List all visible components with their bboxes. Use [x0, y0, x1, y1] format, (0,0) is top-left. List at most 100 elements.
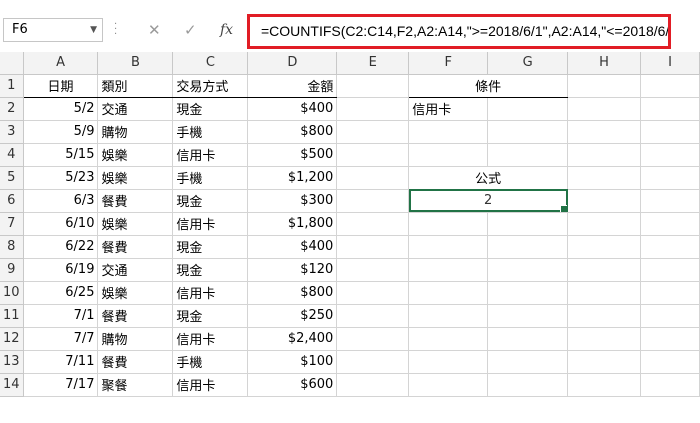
date-cell[interactable]: 6/25: [23, 281, 99, 305]
cell[interactable]: [487, 258, 569, 282]
date-cell[interactable]: 7/7: [23, 327, 99, 351]
date-cell[interactable]: 5/2: [23, 97, 99, 121]
header-category[interactable]: 類別: [97, 74, 174, 98]
formula-title[interactable]: 公式: [408, 166, 569, 190]
cell[interactable]: [567, 327, 641, 351]
amount-cell[interactable]: $800: [247, 120, 338, 144]
category-cell[interactable]: 娛樂: [97, 166, 174, 190]
cell[interactable]: [640, 97, 700, 121]
cell[interactable]: [640, 120, 700, 144]
category-cell[interactable]: 購物: [97, 120, 174, 144]
category-cell[interactable]: 聚餐: [97, 373, 174, 397]
col-header-i[interactable]: I: [640, 52, 700, 75]
row-header[interactable]: 9: [0, 258, 24, 282]
category-cell[interactable]: 餐費: [97, 235, 174, 259]
date-cell[interactable]: 6/10: [23, 212, 99, 236]
cell[interactable]: [487, 350, 569, 374]
method-cell[interactable]: 手機: [172, 350, 249, 374]
method-cell[interactable]: 信用卡: [172, 327, 249, 351]
cell[interactable]: [640, 235, 700, 259]
cell[interactable]: [567, 373, 641, 397]
cell[interactable]: [336, 97, 410, 121]
cell[interactable]: [336, 189, 410, 213]
col-header-d[interactable]: D: [247, 52, 338, 75]
amount-cell[interactable]: $300: [247, 189, 338, 213]
method-cell[interactable]: 手機: [172, 166, 249, 190]
cell[interactable]: [487, 281, 569, 305]
method-cell[interactable]: 現金: [172, 258, 249, 282]
date-cell[interactable]: 5/23: [23, 166, 99, 190]
cell[interactable]: [408, 327, 489, 351]
amount-cell[interactable]: $1,800: [247, 212, 338, 236]
name-box[interactable]: F6 ▼: [3, 18, 103, 42]
amount-cell[interactable]: $2,400: [247, 327, 338, 351]
cell[interactable]: [567, 166, 641, 190]
cell[interactable]: [487, 120, 569, 144]
col-header-b[interactable]: B: [97, 52, 174, 75]
cell[interactable]: [640, 258, 700, 282]
method-cell[interactable]: 現金: [172, 189, 249, 213]
cell[interactable]: [408, 304, 489, 328]
cell[interactable]: [640, 189, 700, 213]
row-header[interactable]: 12: [0, 327, 24, 351]
row-header[interactable]: 2: [0, 97, 24, 121]
cell[interactable]: [336, 373, 410, 397]
row-header[interactable]: 5: [0, 166, 24, 190]
header-method[interactable]: 交易方式: [172, 74, 249, 98]
date-cell[interactable]: 5/15: [23, 143, 99, 167]
row-header[interactable]: 13: [0, 350, 24, 374]
cell[interactable]: [487, 235, 569, 259]
date-cell[interactable]: 5/9: [23, 120, 99, 144]
amount-cell[interactable]: $1,200: [247, 166, 338, 190]
enter-check-icon[interactable]: ✓: [184, 20, 197, 40]
row-header[interactable]: 10: [0, 281, 24, 305]
date-cell[interactable]: 7/11: [23, 350, 99, 374]
amount-cell[interactable]: $400: [247, 97, 338, 121]
drag-handle-icon[interactable]: · · ·: [114, 20, 118, 40]
cell[interactable]: [408, 258, 489, 282]
amount-cell[interactable]: $100: [247, 350, 338, 374]
cell[interactable]: [567, 235, 641, 259]
cell[interactable]: [567, 74, 641, 98]
cell[interactable]: [487, 143, 569, 167]
cell[interactable]: [640, 327, 700, 351]
category-cell[interactable]: 娛樂: [97, 212, 174, 236]
category-cell[interactable]: 娛樂: [97, 281, 174, 305]
method-cell[interactable]: 現金: [172, 304, 249, 328]
category-cell[interactable]: 交通: [97, 258, 174, 282]
col-header-g[interactable]: G: [487, 52, 569, 75]
method-cell[interactable]: 信用卡: [172, 143, 249, 167]
col-header-a[interactable]: A: [23, 52, 99, 75]
amount-cell[interactable]: $400: [247, 235, 338, 259]
row-header[interactable]: 4: [0, 143, 24, 167]
cell[interactable]: [408, 350, 489, 374]
cell[interactable]: [487, 212, 569, 236]
row-header[interactable]: 7: [0, 212, 24, 236]
amount-cell[interactable]: $600: [247, 373, 338, 397]
row-header[interactable]: 8: [0, 235, 24, 259]
date-cell[interactable]: 7/17: [23, 373, 99, 397]
cell[interactable]: [640, 350, 700, 374]
cell[interactable]: [567, 189, 641, 213]
cell[interactable]: [640, 74, 700, 98]
method-cell[interactable]: 手機: [172, 120, 249, 144]
date-cell[interactable]: 7/1: [23, 304, 99, 328]
result-cell[interactable]: 2: [408, 189, 569, 213]
row-header[interactable]: 3: [0, 120, 24, 144]
amount-cell[interactable]: $800: [247, 281, 338, 305]
cell[interactable]: [336, 281, 410, 305]
row-header[interactable]: 1: [0, 74, 24, 98]
cell[interactable]: [640, 281, 700, 305]
method-cell[interactable]: 信用卡: [172, 281, 249, 305]
cell[interactable]: [336, 235, 410, 259]
cell[interactable]: [640, 143, 700, 167]
category-cell[interactable]: 餐費: [97, 350, 174, 374]
cell[interactable]: [640, 212, 700, 236]
cell[interactable]: [408, 373, 489, 397]
cell[interactable]: [567, 120, 641, 144]
amount-cell[interactable]: $500: [247, 143, 338, 167]
cell[interactable]: [567, 350, 641, 374]
cell[interactable]: [336, 74, 410, 98]
method-cell[interactable]: 信用卡: [172, 373, 249, 397]
cell[interactable]: [408, 120, 489, 144]
